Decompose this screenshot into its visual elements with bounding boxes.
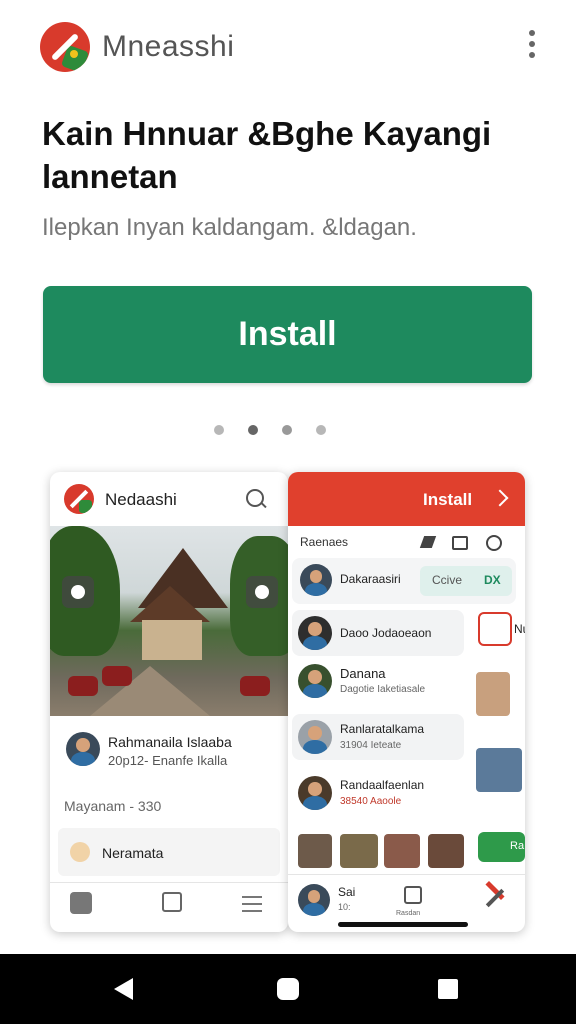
settings-icon[interactable] [486,535,502,551]
screenshot-preview-left[interactable]: Nedaashi Rahmanaila Islaaba 20p12- Enanf… [50,472,288,932]
hand-icon [70,842,90,862]
leaf-icon [478,612,512,646]
list-item[interactable]: Neramata [58,828,280,876]
avatar [298,720,332,754]
side-label: Nu [514,622,525,636]
avatar [298,776,332,810]
list-item[interactable]: Daoo Jodaoeaon [292,610,464,656]
chevron-right-icon [491,489,509,507]
send-icon[interactable] [419,536,437,548]
profile-name: Rahmanaila Islaaba [108,734,232,750]
preview-header: Install [288,472,525,526]
list-item-name: Randaalfaenlan [340,778,425,792]
photo-thumbnail [428,834,464,868]
menu-icon[interactable] [242,896,262,912]
system-navigation-bar [0,954,576,1024]
app-logo-icon [40,22,90,72]
app-name: Mneasshi [102,30,235,63]
app-logo-icon [64,484,94,514]
chip-label: Ccive [432,573,463,587]
avatar [300,564,332,596]
preview-install-label[interactable]: Install [423,490,472,510]
carousel-dot-active[interactable] [248,425,258,435]
screenshot-preview-right[interactable]: Install Raenaes Dakaraasiri Ccive DX Dao… [288,472,525,932]
bottom-nav-mid-label: Rasdan [396,910,421,917]
card-icon[interactable] [452,536,468,550]
page-subtitle: Ilepkan Inyan kaldangam. &ldagan. [42,214,417,241]
avatar [298,616,332,650]
search-icon [246,489,264,507]
puzzle-icon [246,576,278,608]
kebab-menu-icon[interactable] [528,30,536,64]
home-icon[interactable] [277,978,299,1000]
list-item-label: Neramata [102,845,164,861]
list-item-sub: Dagotie Iaketiasale [340,684,426,695]
carousel-dot[interactable] [282,425,292,435]
list-item-sub: 38540 Aaoole [340,796,402,807]
bottom-nav-label: Sai [338,885,356,899]
back-icon[interactable] [114,978,133,1000]
list-item[interactable]: Randaalfaenlan 38540 Aaoole [292,770,464,816]
photo-thumbnail [476,672,510,716]
carousel-dot[interactable] [316,425,326,435]
list-item-name: Ranlaratalkama [340,722,425,736]
photo-thumbnail [476,748,522,792]
preview-app-name: Nedaashi [105,490,177,509]
list-item-sub: 31904 Ieteate [340,740,402,751]
profile-meta: 20p12- Enanfe Ikalla [108,753,228,768]
share-icon[interactable] [404,886,422,904]
photo-thumbnail [384,834,420,868]
carousel-dot[interactable] [214,425,224,435]
toolbar-label: Raenaes [300,535,349,549]
share-icon[interactable] [162,892,182,912]
camera-icon [62,576,94,608]
edit-icon[interactable] [70,892,92,914]
bottom-nav-sub: 10: [338,902,351,912]
avatar [298,664,332,698]
photo-thumbnail [340,834,378,868]
photo-thumbnail [298,834,332,868]
list-item-name: Dakaraasiri [340,572,401,586]
page-title: Kain Hnnuar &Bghe Kayangi lannetan [42,115,492,195]
install-button[interactable]: Install [43,286,532,383]
home-indicator [338,922,468,927]
avatar [66,732,100,766]
chip-label: DX [484,573,501,587]
building-photo [50,526,288,716]
side-label: Ra [510,840,525,852]
list-item[interactable]: Danana Dagotie Iaketiasale [292,658,464,704]
recent-apps-icon[interactable] [438,979,458,999]
list-item-name: Danana [340,666,386,681]
carousel-indicator [210,425,330,437]
price-label: Mayanam - 330 [64,798,162,814]
list-item[interactable]: Ranlaratalkama 31904 Ieteate [292,714,464,760]
avatar[interactable] [298,884,330,916]
list-item-name: Daoo Jodaoeaon [340,626,432,640]
list-item[interactable]: Dakaraasiri Ccive DX [292,558,516,604]
